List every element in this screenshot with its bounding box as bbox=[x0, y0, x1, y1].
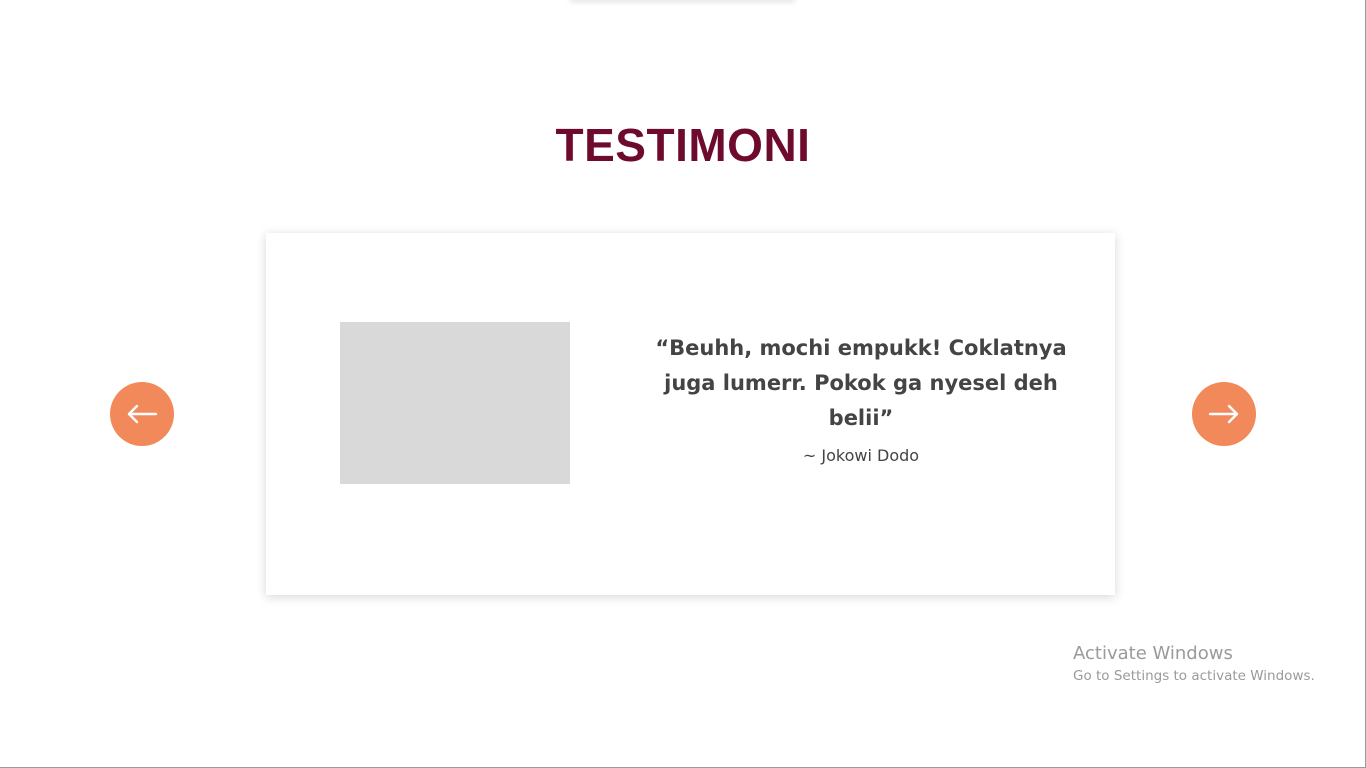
testimonial-card: “Beuhh, mochi empukk! Coklatnya juga lum… bbox=[266, 233, 1115, 595]
activate-windows-subtitle: Go to Settings to activate Windows. bbox=[1073, 668, 1315, 684]
section-title: TESTIMONI bbox=[555, 119, 811, 171]
testimonial-photo bbox=[340, 322, 570, 484]
prev-button[interactable] bbox=[110, 382, 174, 446]
arrow-right-icon bbox=[1208, 404, 1239, 424]
next-button[interactable] bbox=[1192, 382, 1256, 446]
testimonial-quote: “Beuhh, mochi empukk! Coklatnya juga lum… bbox=[655, 336, 1067, 430]
testimonial-author: ~ Jokowi Dodo bbox=[802, 446, 920, 465]
testimonial-content: “Beuhh, mochi empukk! Coklatnya juga lum… bbox=[646, 331, 1076, 465]
activate-windows-title: Activate Windows bbox=[1073, 643, 1233, 664]
arrow-left-icon bbox=[127, 404, 158, 424]
page: TESTIMONI “Beuhh, mochi empukk! Coklatny… bbox=[0, 0, 1366, 768]
activate-windows-watermark: Activate Windows Go to Settings to activ… bbox=[1073, 643, 1315, 684]
